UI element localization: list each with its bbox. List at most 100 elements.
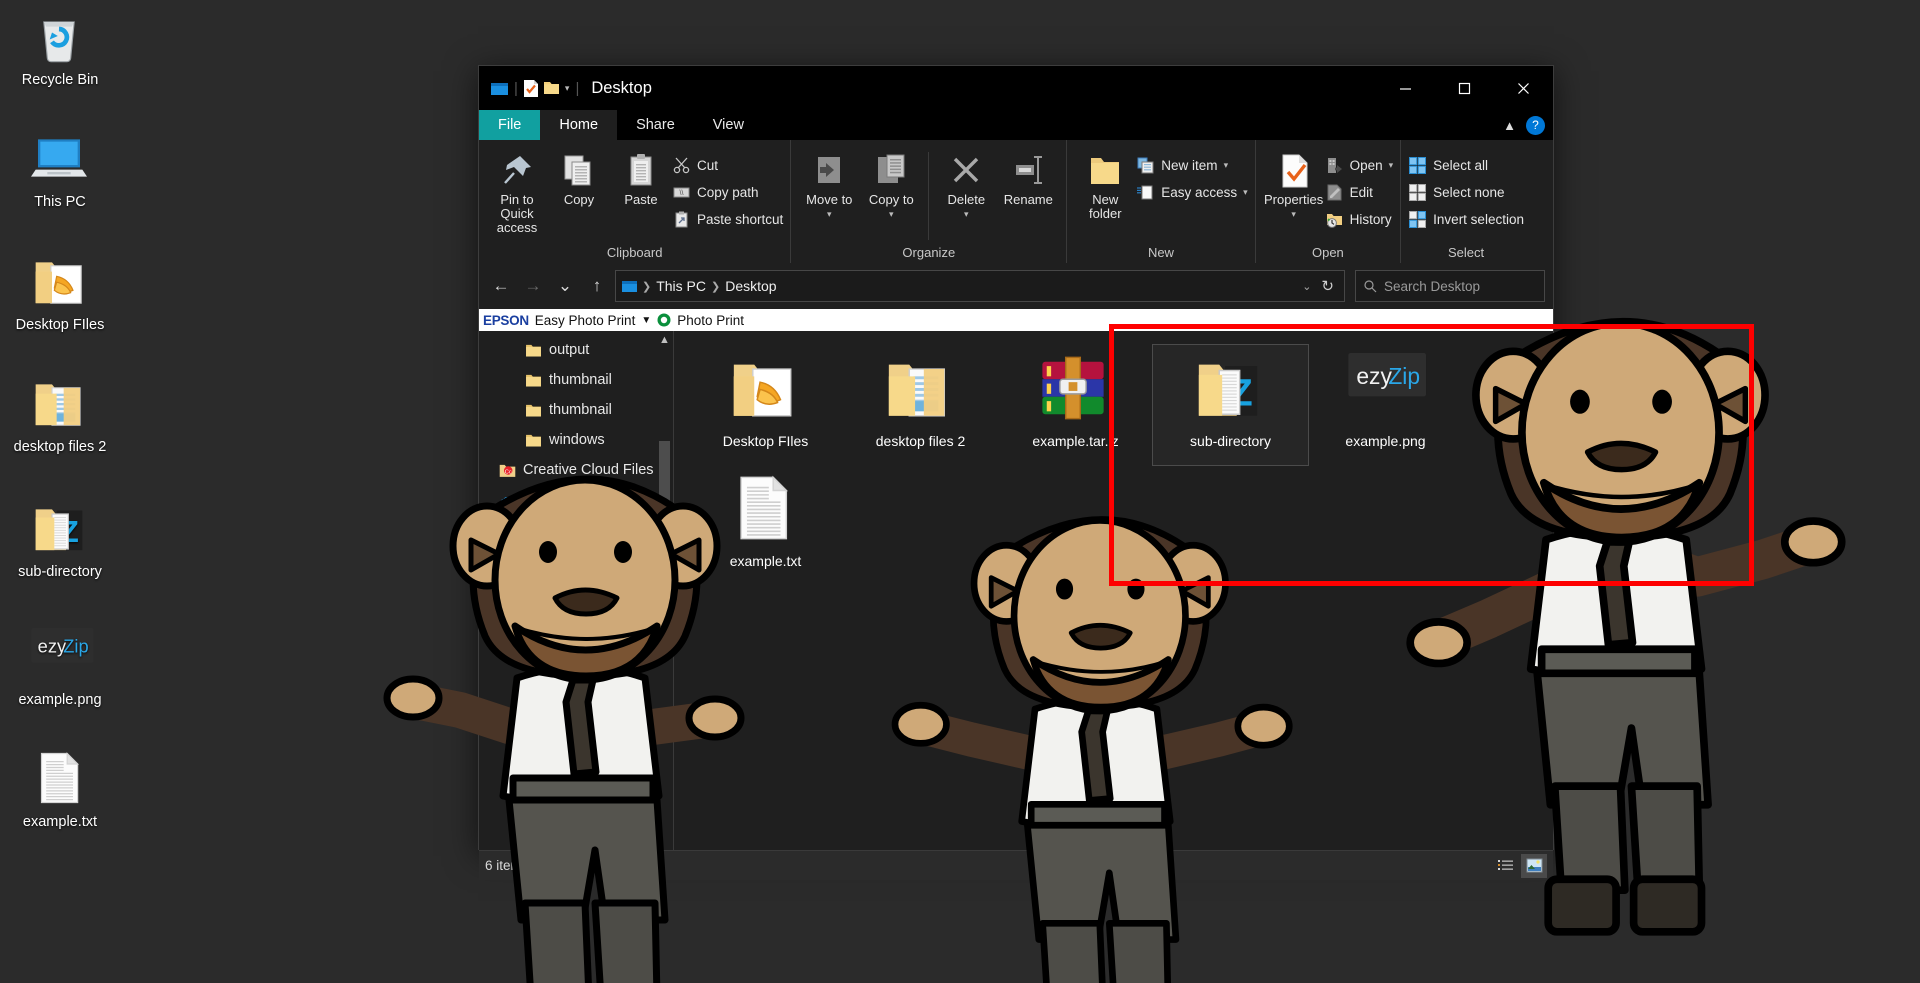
ribbon-button-move-to[interactable]: Move to ▾ <box>798 148 860 221</box>
epson-photo-print-label[interactable]: Photo Print <box>677 313 744 328</box>
nav-item-onedrive[interactable]: OneDrive <box>479 485 673 515</box>
desktop-icon-this-pc[interactable]: This PC <box>0 130 120 211</box>
ribbon-button-new-folder[interactable]: New folder <box>1074 148 1136 221</box>
nav-item-downloads[interactable]: Downloads <box>479 635 673 665</box>
desktop-icon-desktop-files[interactable]: Desktop FIles <box>0 253 120 334</box>
details-view-icon[interactable] <box>1493 854 1519 878</box>
nav-item-music[interactable]: Music <box>479 665 673 695</box>
ribbon-item-open[interactable]: Open ▾ <box>1325 154 1394 176</box>
nav-item-output[interactable]: output <box>479 335 673 365</box>
nav-item-windows[interactable]: windows <box>479 425 673 455</box>
tab-label: File <box>498 117 522 133</box>
desktop-icon-recycle-bin[interactable]: Recycle Bin <box>0 8 120 89</box>
ribbon-item-edit[interactable]: Edit <box>1325 181 1394 203</box>
breadcrumb-item-desktop[interactable]: Desktop <box>725 278 776 294</box>
dropdown-caret-icon[interactable]: ▾ <box>1224 160 1229 171</box>
delete-x-icon <box>948 152 984 188</box>
nav-item-acer-c-[interactable]: Acer (C:) <box>479 755 673 785</box>
ribbon: Pin to Quick access Copy Paste Cut \\ Copy pa… <box>479 140 1553 263</box>
dropdown-caret-icon[interactable]: ▾ <box>1389 160 1394 171</box>
epson-menu-label[interactable]: Easy Photo Print <box>535 313 636 328</box>
nav-scroll-up-icon[interactable]: ▲ <box>657 331 672 346</box>
folder-7z-icon: Z <box>1193 353 1269 425</box>
breadcrumb-item-this-pc[interactable]: This PC <box>656 278 706 294</box>
desktop-icon-sub-directory[interactable]: Zsub-directory <box>0 500 120 581</box>
ribbon-button-properties[interactable]: Properties ▾ <box>1263 148 1325 221</box>
desktop-icon-example-png[interactable]: ezy Zip example.png <box>0 628 120 709</box>
nav-scrollbar[interactable]: ▲ <box>657 331 672 850</box>
forward-button[interactable]: → <box>519 271 547 301</box>
file-grid: Desktop FIles desktop files 2 example.tar.… <box>688 344 1478 585</box>
ribbon-item-copy-path[interactable]: \\ Copy path <box>672 181 783 203</box>
qat-dropdown-icon[interactable]: ▾ <box>565 83 570 94</box>
ribbon-button-label: New folder <box>1089 192 1122 221</box>
tab-home[interactable]: Home <box>540 110 618 140</box>
ribbon-item-paste-shortcut[interactable]: Paste shortcut <box>672 208 783 230</box>
nav-item-this-pc[interactable]: This PC <box>479 515 673 545</box>
tab-view[interactable]: View <box>694 110 763 140</box>
dropdown-caret-icon[interactable]: ▾ <box>827 207 832 221</box>
file-item-example-tar-lz[interactable]: example.tar.lz <box>998 345 1153 465</box>
properties-check-icon[interactable] <box>523 79 538 97</box>
nav-item-data-d-[interactable]: Data (D:) <box>479 785 673 815</box>
folder-icon <box>525 432 542 449</box>
nav-scroll-thumb[interactable] <box>659 441 670 567</box>
nav-item-3d-objects[interactable]: 3D Objects <box>479 545 673 575</box>
desktop-icon-example-txt[interactable]: example.txt <box>0 750 120 831</box>
file-item-sub-directory[interactable]: Zsub-directory <box>1152 344 1309 466</box>
recent-locations-button[interactable]: ⌄ <box>551 271 579 301</box>
epson-brand: EPSON <box>483 312 529 328</box>
nav-item-thumbnail[interactable]: thumbnail <box>479 365 673 395</box>
ribbon-button-delete[interactable]: Delete ▾ <box>935 148 997 221</box>
ribbon-item-invert-selection[interactable]: Invert selection <box>1408 208 1524 230</box>
folder-blue-icon[interactable] <box>491 81 508 96</box>
dropdown-caret-icon[interactable]: ▾ <box>889 207 894 221</box>
ribbon-button-rename[interactable]: Rename <box>997 148 1059 207</box>
tab-share[interactable]: Share <box>617 110 694 140</box>
nav-item-videos[interactable]: Videos <box>479 725 673 755</box>
svg-text:\\: \\ <box>680 190 684 197</box>
help-icon[interactable]: ? <box>1526 115 1545 135</box>
nav-item-desktop[interactable]: Desktop <box>479 575 673 605</box>
ribbon-button-copy[interactable]: Copy <box>548 148 610 207</box>
ribbon-button-copy-to[interactable]: Copy to ▾ <box>860 148 922 221</box>
documents-icon <box>515 612 532 629</box>
ribbon-button-paste[interactable]: Paste <box>610 148 672 207</box>
screen: Recycle Bin This PC Desktop FIles desktop f… <box>0 0 1920 983</box>
nav-item-creative-cloud-files[interactable]: Cc Creative Cloud Files <box>479 455 673 485</box>
large-icons-view-icon[interactable] <box>1521 853 1547 878</box>
file-item-desktop-files-2[interactable]: desktop files 2 <box>843 345 998 465</box>
file-item-example-png[interactable]: ezy Zip example.png <box>1308 345 1463 465</box>
back-button[interactable]: ← <box>487 271 515 301</box>
svg-text:Cc: Cc <box>505 469 512 475</box>
ribbon-item-history[interactable]: History <box>1325 208 1394 230</box>
dropdown-caret-icon[interactable]: ▾ <box>1291 207 1296 221</box>
nav-item-documents[interactable]: Documents <box>479 605 673 635</box>
ribbon-item-select-all[interactable]: Select all <box>1408 154 1524 176</box>
ribbon-button-pin-to-quick-access[interactable]: Pin to Quick access <box>486 148 548 235</box>
desktop-icon-desktop-files-2[interactable]: desktop files 2 <box>0 375 120 456</box>
up-button[interactable]: ↑ <box>583 271 611 301</box>
nav-item-thumbnail[interactable]: thumbnail <box>479 395 673 425</box>
ribbon-item-cut[interactable]: Cut <box>672 154 783 176</box>
ribbon-item-easy-access[interactable]: Easy access ▾ <box>1136 181 1248 203</box>
minimize-button[interactable] <box>1376 66 1435 110</box>
ribbon-collapse-chevron-icon[interactable]: ▲ <box>1503 118 1516 133</box>
dropdown-caret-icon[interactable]: ▾ <box>1243 187 1248 198</box>
breadcrumb-dropdown-icon[interactable]: ⌄ <box>1302 280 1311 293</box>
file-item-example-txt[interactable]: example.txt <box>688 465 843 585</box>
ribbon-button-label: Rename <box>1003 192 1053 207</box>
tab-file[interactable]: File <box>479 110 541 140</box>
file-item-desktop-files[interactable]: Desktop FIles <box>688 345 843 465</box>
epson-menu-caret-icon[interactable]: ▼ <box>641 315 651 326</box>
new-folder-icon[interactable] <box>543 81 559 95</box>
breadcrumb[interactable]: ❯ This PC ❯ Desktop ⌄ ↻ <box>615 270 1345 302</box>
ribbon-item-select-none[interactable]: Select none <box>1408 181 1524 203</box>
dropdown-caret-icon[interactable]: ▾ <box>964 207 969 221</box>
ribbon-item-new-item[interactable]: New item ▾ <box>1136 154 1247 176</box>
refresh-icon[interactable]: ↻ <box>1321 277 1334 295</box>
maximize-button[interactable] <box>1435 66 1494 110</box>
search-box[interactable]: Search Desktop <box>1355 270 1545 302</box>
close-button[interactable] <box>1494 66 1553 110</box>
nav-item-pictures[interactable]: Pictures <box>479 695 673 725</box>
